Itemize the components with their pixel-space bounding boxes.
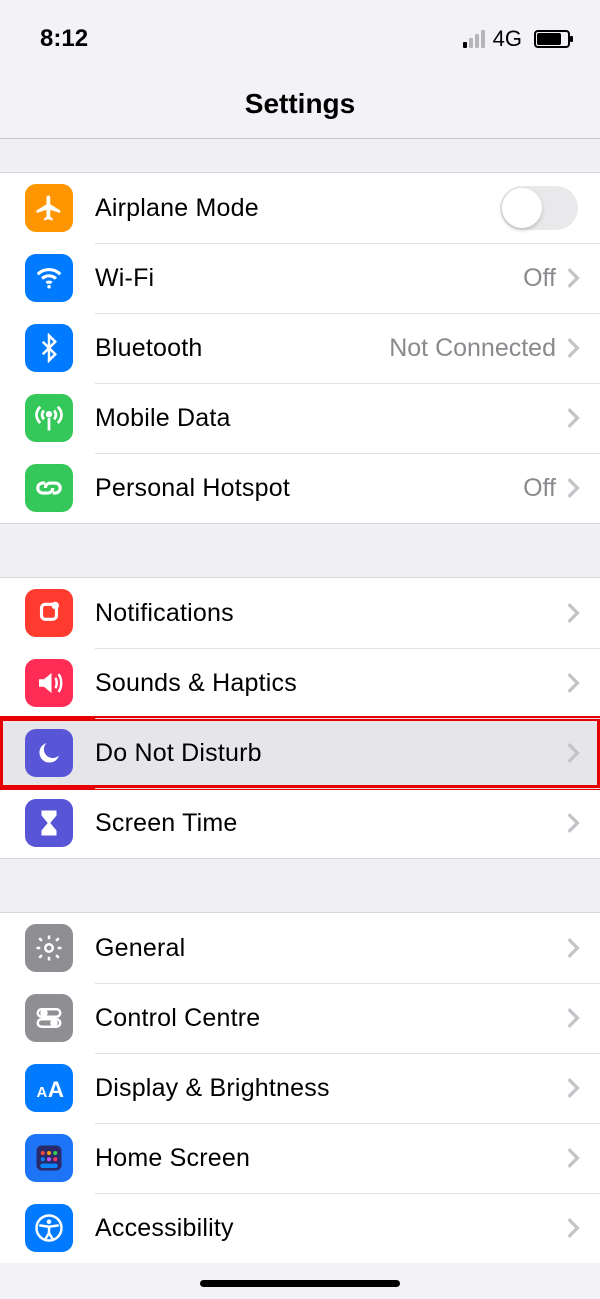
svg-text:A: A <box>37 1084 48 1101</box>
row-label: Screen Time <box>73 809 564 838</box>
gear-icon <box>25 924 73 972</box>
airplane-icon <box>25 184 73 232</box>
settings-row-bluetooth[interactable]: BluetoothNot Connected <box>0 313 600 383</box>
bell-icon <box>25 589 73 637</box>
chevron-right-icon <box>564 407 600 429</box>
switches-icon <box>25 994 73 1042</box>
row-value: Off <box>523 264 564 293</box>
row-label: Control Centre <box>73 1004 564 1033</box>
status-right: 4G <box>463 26 570 52</box>
settings-row-mobile[interactable]: Mobile Data <box>0 383 600 453</box>
grid-icon <box>25 1134 73 1182</box>
toggle-airplane[interactable] <box>500 186 578 230</box>
settings-row-display[interactable]: AADisplay & Brightness <box>0 1053 600 1123</box>
row-label: Home Screen <box>73 1144 564 1173</box>
row-label: Do Not Disturb <box>73 739 564 768</box>
group-spacer <box>0 858 600 913</box>
row-label: Airplane Mode <box>73 194 500 223</box>
wifi-icon <box>25 254 73 302</box>
group-spacer <box>0 523 600 578</box>
settings-row-wifi[interactable]: Wi-FiOff <box>0 243 600 313</box>
chevron-right-icon <box>564 1147 600 1169</box>
settings-row-dnd[interactable]: Do Not Disturb <box>0 718 600 788</box>
row-label: Mobile Data <box>73 404 564 433</box>
network-label: 4G <box>493 26 522 52</box>
row-label: Notifications <box>73 599 564 628</box>
battery-icon <box>534 30 570 48</box>
chevron-right-icon <box>564 1007 600 1029</box>
settings-row-sounds[interactable]: Sounds & Haptics <box>0 648 600 718</box>
signal-icon <box>463 30 485 48</box>
row-label: Personal Hotspot <box>73 474 523 503</box>
settings-row-accessibility[interactable]: Accessibility <box>0 1193 600 1263</box>
settings-row-homescreen[interactable]: Home Screen <box>0 1123 600 1193</box>
settings-group: GeneralControl CentreAADisplay & Brightn… <box>0 913 600 1263</box>
group-spacer <box>0 139 600 173</box>
moon-icon <box>25 729 73 777</box>
row-label: Bluetooth <box>73 334 389 363</box>
textsize-icon: AA <box>25 1064 73 1112</box>
settings-row-screentime[interactable]: Screen Time <box>0 788 600 858</box>
settings-row-general[interactable]: General <box>0 913 600 983</box>
hourglass-icon <box>25 799 73 847</box>
status-bar: 8:12 4G <box>0 0 600 60</box>
link-icon <box>25 464 73 512</box>
settings-row-notifications[interactable]: Notifications <box>0 578 600 648</box>
chevron-right-icon <box>564 742 600 764</box>
chevron-right-icon <box>564 937 600 959</box>
settings-row-hotspot[interactable]: Personal HotspotOff <box>0 453 600 523</box>
row-value: Off <box>523 474 564 503</box>
home-indicator <box>200 1280 400 1287</box>
chevron-right-icon <box>564 812 600 834</box>
chevron-right-icon <box>564 477 600 499</box>
settings-row-controlcentre[interactable]: Control Centre <box>0 983 600 1053</box>
chevron-right-icon <box>564 1077 600 1099</box>
settings-group: Airplane ModeWi-FiOffBluetoothNot Connec… <box>0 173 600 523</box>
antenna-icon <box>25 394 73 442</box>
chevron-right-icon <box>564 337 600 359</box>
row-label: Wi-Fi <box>73 264 523 293</box>
chevron-right-icon <box>564 1217 600 1239</box>
settings-row-airplane[interactable]: Airplane Mode <box>0 173 600 243</box>
settings-group: Notifications Sounds & Haptics Do Not Dist… <box>0 578 600 858</box>
bluetooth-icon <box>25 324 73 372</box>
speaker-icon <box>25 659 73 707</box>
status-time: 8:12 <box>40 25 88 53</box>
chevron-right-icon <box>564 602 600 624</box>
accessibility-icon <box>25 1204 73 1252</box>
chevron-right-icon <box>564 672 600 694</box>
row-label: Accessibility <box>73 1214 564 1243</box>
row-label: Sounds & Haptics <box>73 669 564 698</box>
row-label: General <box>73 934 564 963</box>
page-title: Settings <box>0 60 600 138</box>
svg-text:A: A <box>48 1077 64 1102</box>
row-label: Display & Brightness <box>73 1074 564 1103</box>
row-value: Not Connected <box>389 334 564 363</box>
chevron-right-icon <box>564 267 600 289</box>
